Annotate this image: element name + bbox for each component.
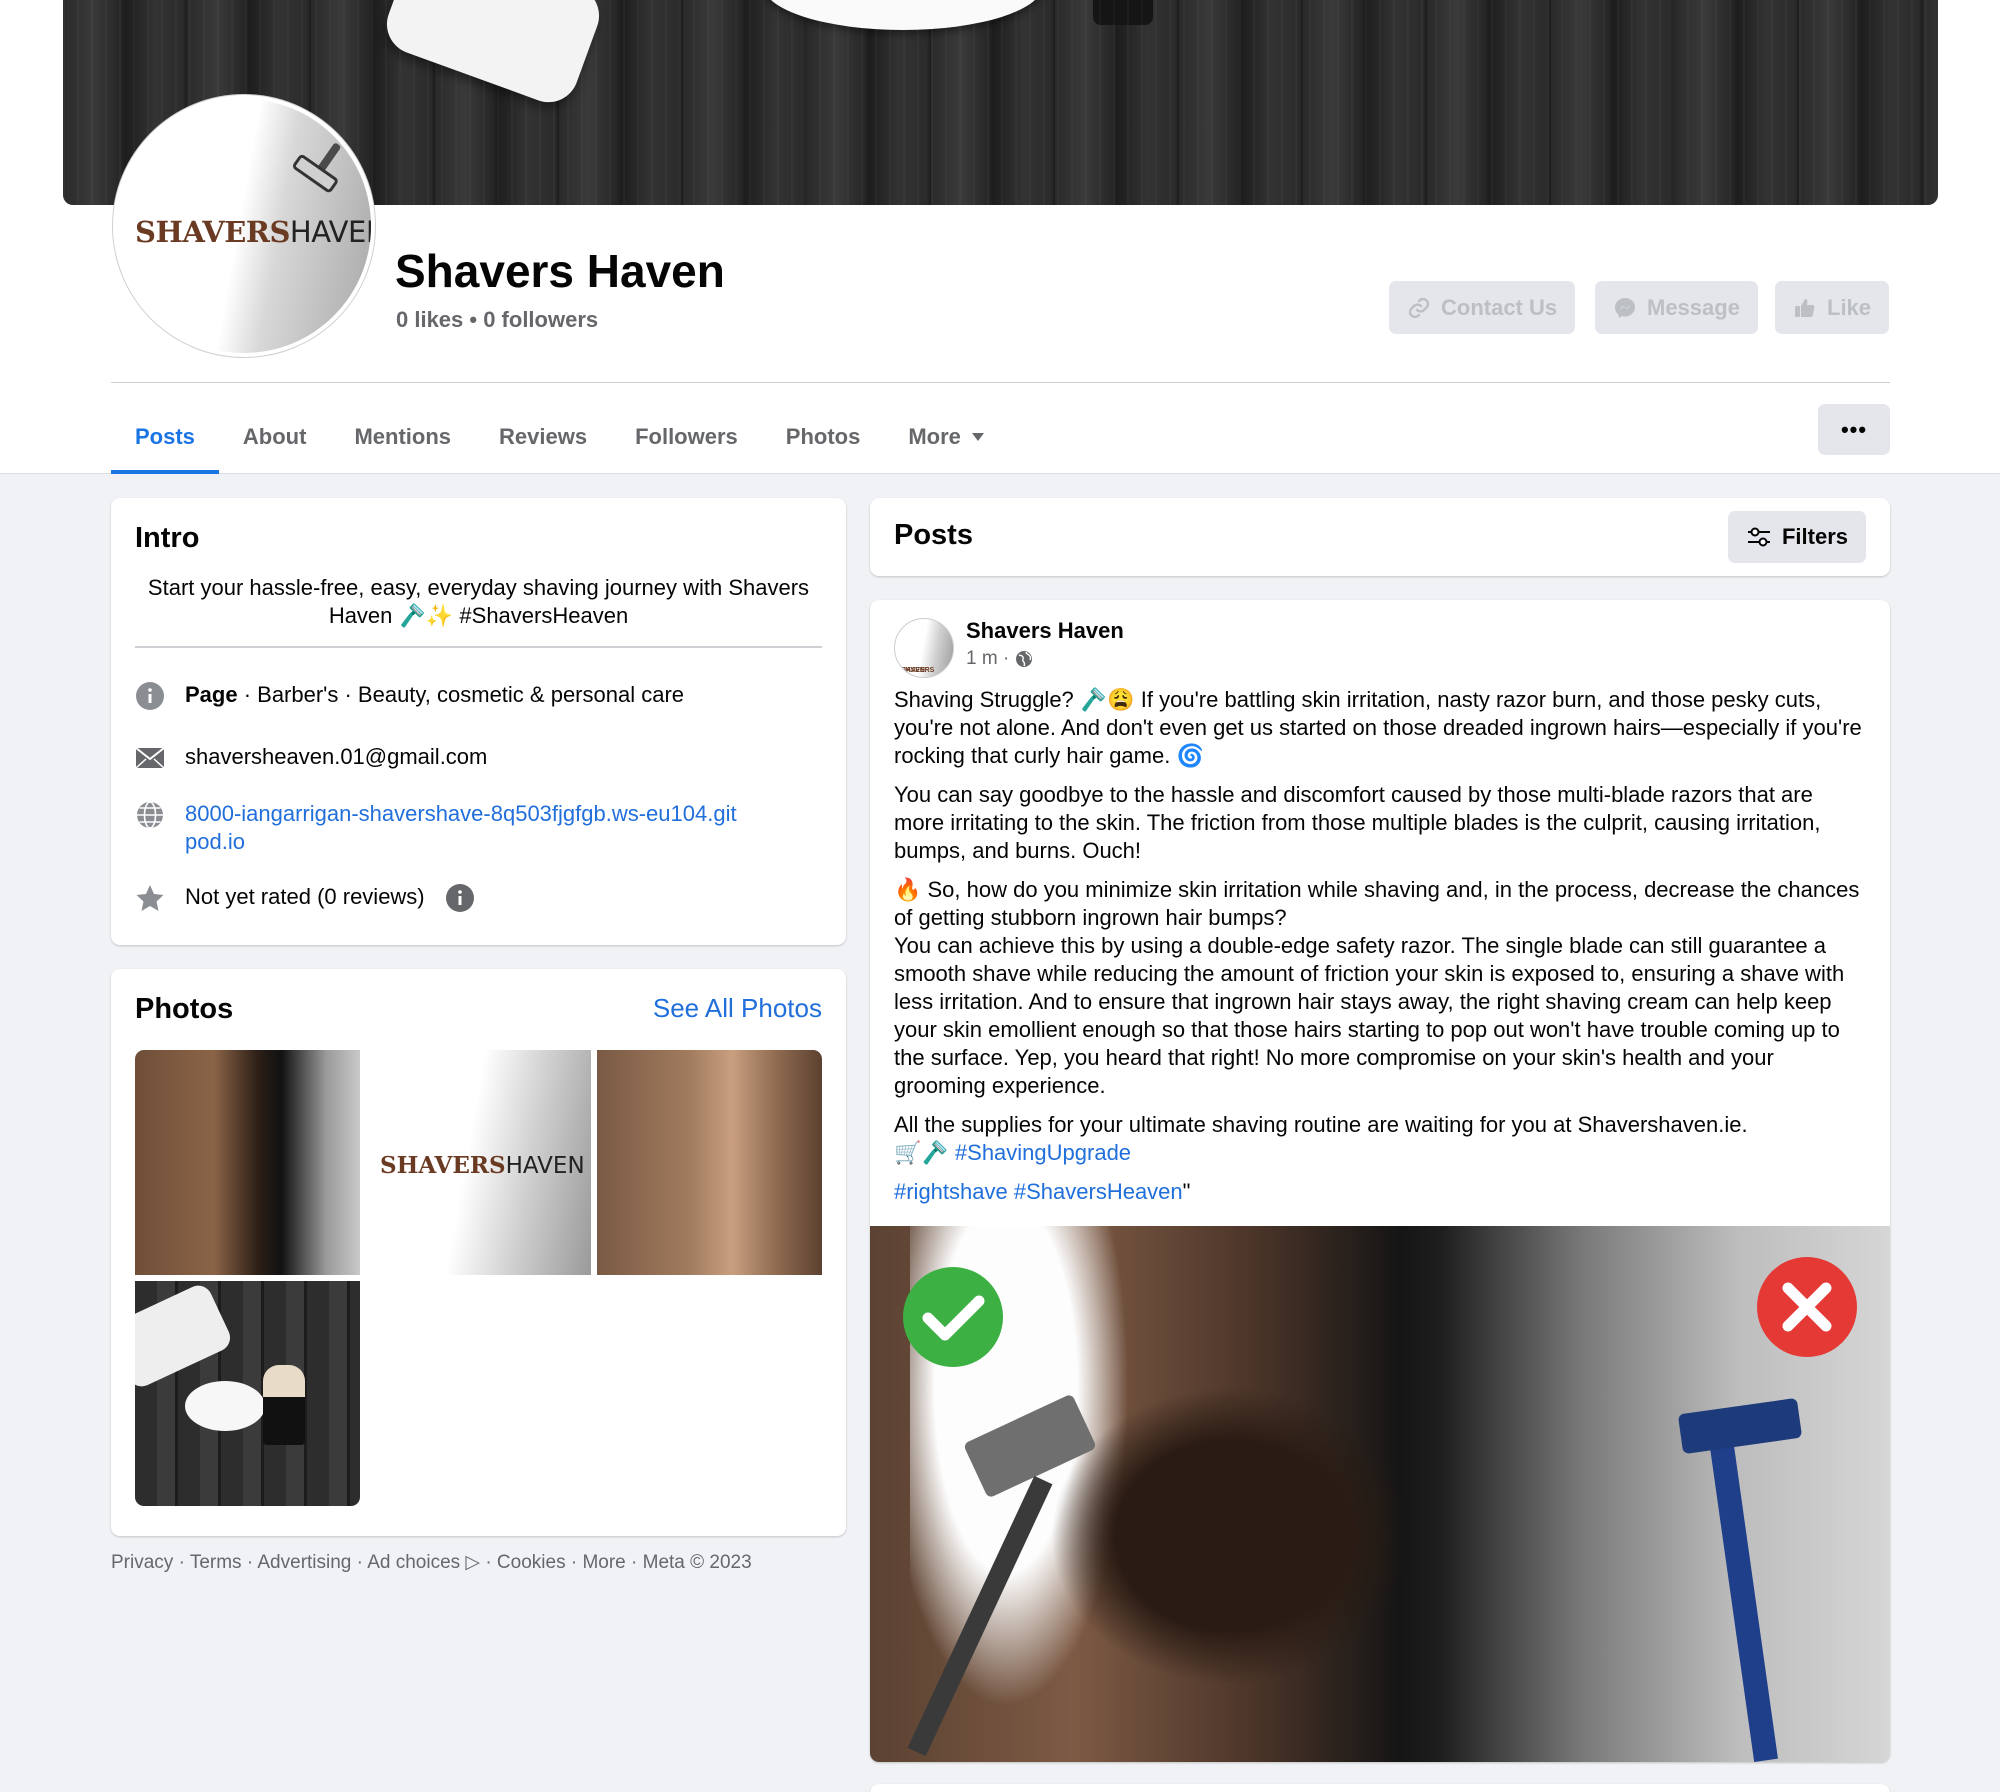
post-author-avatar[interactable]: SHAVERS HAVEN: [894, 618, 954, 678]
photos-title: Photos: [135, 993, 234, 1025]
photo-logo-text-shavers: SHAVERS: [380, 1152, 506, 1179]
footer-links[interactable]: Privacy · Terms · Advertising · Ad choic…: [111, 1551, 752, 1574]
posts-header-card: Posts Filters: [870, 498, 1890, 576]
post-avatar-logo-haven: HAVEN: [901, 667, 925, 674]
page-tabs: Posts About Mentions Reviews Followers P…: [111, 400, 1009, 474]
logo-text-haven: HAVEN: [289, 215, 371, 249]
like-button[interactable]: Like: [1775, 281, 1890, 334]
info-icon: [135, 681, 165, 711]
post-paragraph-3b: You can achieve this by using a double-e…: [894, 933, 1845, 1098]
message-button[interactable]: Message: [1595, 281, 1758, 334]
page-type-label: Page: [185, 682, 238, 707]
posts-title: Posts: [894, 519, 973, 551]
caret-down-icon: [971, 433, 984, 441]
page-stats[interactable]: 0 likes • 0 followers: [396, 307, 598, 333]
post-paragraph-5: #rightshave #ShaversHeaven": [894, 1178, 1866, 1206]
photo-thumbnail-shaving[interactable]: [597, 1050, 822, 1275]
tab-reviews[interactable]: Reviews: [475, 400, 611, 474]
intro-rating: Not yet rated (0 reviews): [185, 884, 425, 909]
intro-website-row: 8000-iangarrigan-shavershave-8q503fjgfgb…: [135, 800, 745, 856]
like-label: Like: [1827, 294, 1872, 320]
intro-category: Page · Barber's · Beauty, cosmetic & per…: [185, 681, 684, 709]
logo-text: SHAVERSHAVEN: [135, 215, 371, 250]
logo-text-shavers: SHAVERS: [135, 215, 290, 249]
post-paragraph-4-text: All the supplies for your ultimate shavi…: [894, 1112, 1748, 1137]
post-paragraph-3: 🔥 So, how do you minimize skin irritatio…: [894, 876, 1866, 1100]
trailing-quote: ": [1182, 1179, 1191, 1204]
filters-button[interactable]: Filters: [1727, 511, 1866, 563]
next-post-card: [870, 1784, 1890, 1792]
sliders-icon: [1747, 527, 1770, 547]
post-time[interactable]: 1 m ·: [966, 648, 1009, 670]
intro-website-link[interactable]: 8000-iangarrigan-shavershave-8q503fjgfgb…: [185, 800, 745, 856]
photo-logo-text: SHAVERSHAVEN: [380, 1152, 585, 1179]
intro-divider: [135, 646, 822, 648]
brush-image: [1093, 0, 1153, 25]
intro-email-row: shaversheaven.01@gmail.com: [135, 743, 487, 773]
checkmark-icon: [903, 1267, 1003, 1367]
post-author-name[interactable]: Shavers Haven: [966, 618, 1124, 644]
globe-icon: [135, 800, 165, 830]
beard-image: [1050, 1386, 1410, 1686]
post-paragraph-4: All the supplies for your ultimate shavi…: [894, 1111, 1866, 1167]
thumbs-up-icon: [1795, 298, 1815, 317]
towel-image: [378, 0, 608, 111]
intro-bio: Start your hassle-free, easy, everyday s…: [147, 575, 810, 628]
intro-card: Intro Start your hassle-free, easy, ever…: [111, 498, 846, 945]
disposable-razor-image: [1706, 1416, 1778, 1762]
tab-photos[interactable]: Photos: [762, 400, 885, 474]
brush-image: [263, 1365, 305, 1445]
razor-head-image: [1677, 1397, 1803, 1455]
header-divider: [111, 382, 1890, 383]
hashtag-shaving-upgrade[interactable]: #ShavingUpgrade: [955, 1140, 1131, 1165]
intro-category-row: Page · Barber's · Beauty, cosmetic & per…: [135, 681, 684, 711]
post-paragraph-3a: 🔥 So, how do you minimize skin irritatio…: [894, 877, 1860, 930]
cream-image: [185, 1381, 265, 1431]
tab-mentions[interactable]: Mentions: [330, 400, 475, 474]
globe-icon: [1016, 651, 1033, 667]
contact-us-label: Contact Us: [1441, 294, 1558, 320]
hashtag-shavers-heaven[interactable]: #ShaversHeaven: [1014, 1179, 1183, 1204]
tab-more-label: More: [908, 424, 961, 449]
profile-picture[interactable]: SHAVERSHAVEN: [113, 95, 375, 357]
tab-followers[interactable]: Followers: [611, 400, 762, 474]
envelope-icon: [135, 743, 165, 773]
post-meta: 1 m ·: [966, 648, 1033, 670]
photos-card: Photos See All Photos SHAVERSHAVEN: [111, 969, 846, 1536]
intro-email[interactable]: shaversheaven.01@gmail.com: [185, 743, 487, 771]
hashtag-rightshave[interactable]: #rightshave: [894, 1179, 1008, 1204]
filters-label: Filters: [1781, 524, 1848, 549]
page-title: Shavers Haven: [395, 245, 725, 297]
cross-icon: [1757, 1257, 1857, 1357]
see-all-photos-link[interactable]: See All Photos: [653, 993, 822, 1024]
photo-thumbnail-supplies[interactable]: [135, 1281, 360, 1506]
towel-image: [135, 1281, 235, 1391]
post-text: Shaving Struggle? 🪒😩 If you're battling …: [894, 686, 1866, 1217]
photo-thumbnail-logo[interactable]: SHAVERSHAVEN: [366, 1050, 591, 1275]
post-card: SHAVERS HAVEN Shavers Haven 1 m · Shaving…: [870, 600, 1890, 1762]
tab-about[interactable]: About: [219, 400, 331, 474]
messenger-icon: [1615, 297, 1635, 318]
photo-logo-text-haven: HAVEN: [505, 1153, 585, 1179]
category-text: · Barber's · Beauty, cosmetic & personal…: [237, 682, 685, 707]
razor-icon: [292, 143, 341, 193]
photo-thumbnail-comparison[interactable]: [135, 1050, 360, 1275]
message-label: Message: [1647, 294, 1740, 320]
post-image[interactable]: [870, 1226, 1890, 1762]
intro-title: Intro: [135, 522, 200, 554]
post-paragraph-4-emoji: 🛒🪒: [894, 1140, 955, 1165]
tab-more[interactable]: More: [884, 400, 1009, 474]
post-paragraph-1: Shaving Struggle? 🪒😩 If you're battling …: [894, 687, 1862, 768]
intro-rating-row: Not yet rated (0 reviews): [135, 883, 475, 913]
rating-info-icon[interactable]: [445, 883, 475, 913]
more-options-button[interactable]: •••: [1818, 404, 1890, 455]
link-icon: [1408, 297, 1430, 318]
tab-posts[interactable]: Posts: [111, 400, 219, 474]
contact-us-button[interactable]: Contact Us: [1389, 281, 1576, 334]
shaving-cream-image: [763, 0, 1043, 30]
post-paragraph-2: You can say goodbye to the hassle and di…: [894, 782, 1821, 863]
star-icon: [135, 883, 165, 913]
